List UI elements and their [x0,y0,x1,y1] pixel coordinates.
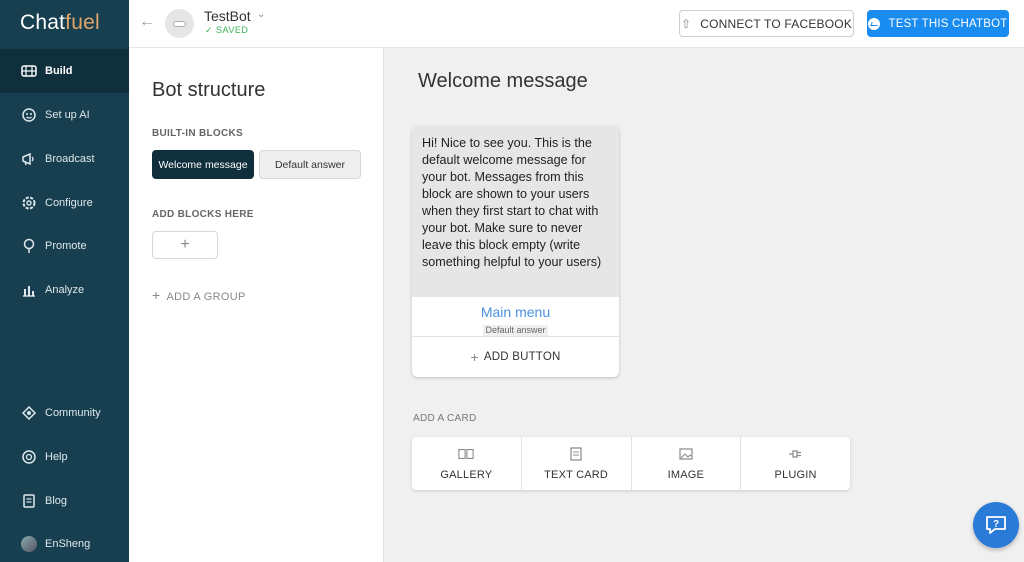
sidebar-item-label: Build [45,65,73,77]
add-card-label: ADD A CARD [413,413,477,424]
block-welcome-message[interactable]: Welcome message [152,150,254,179]
user-avatar [20,536,37,553]
sidebar-item-configure[interactable]: Configure [0,181,129,225]
add-group-button[interactable]: + ADD A GROUP [152,287,246,303]
sidebar: Chatfuel Build Set up AI Broadcast Confi… [0,0,129,562]
card-type-label: TEXT CARD [544,468,609,481]
sidebar-item-setup-ai[interactable]: Set up AI [0,93,129,137]
image-icon [678,447,694,461]
plus-icon: + [180,236,190,253]
builtin-blocks-label: BUILT-IN BLOCKS [152,128,243,139]
test-label: TEST THIS CHATBOT [888,17,1008,30]
connect-to-facebook-button[interactable]: ⇧ CONNECT TO FACEBOOK [679,10,854,37]
bot-avatar[interactable] [165,9,194,38]
sidebar-item-broadcast[interactable]: Broadcast [0,137,129,181]
card-type-gallery[interactable]: GALLERY [412,437,522,490]
bot-name[interactable]: TestBot [204,8,251,24]
card-button-main-menu[interactable]: Main menu Default answer [412,297,619,337]
sidebar-item-help[interactable]: Help [0,435,129,479]
sidebar-item-label: Broadcast [45,153,95,165]
sidebar-item-label: Configure [45,197,93,209]
sidebar-item-label: Community [45,407,101,419]
card-type-label: GALLERY [440,468,493,481]
blog-icon [20,493,37,510]
text-card-icon [568,446,584,461]
help-chat-button[interactable]: ? [973,502,1019,548]
structure-title: Bot structure [152,79,266,101]
add-group-label: ADD A GROUP [166,291,246,303]
sidebar-item-label: Analyze [45,284,85,296]
gallery-icon [458,447,475,461]
card-type-label: PLUGIN [774,468,817,481]
plus-icon: + [470,348,479,365]
test-chatbot-button[interactable]: TEST THIS CHATBOT [867,10,1009,37]
saved-status: ✓ SAVED [205,25,249,35]
messenger-icon [868,17,881,30]
card-button-title: Main menu [480,304,551,320]
card-type-plugin[interactable]: PLUGIN [741,437,850,490]
plugin-icon [788,447,804,461]
logo-text-fuel: fuel [65,11,100,34]
sidebar-item-blog[interactable]: Blog [0,479,129,523]
add-blocks-label: ADD BLOCKS HERE [152,209,254,220]
sidebar-item-community[interactable]: Community [0,391,129,435]
help-chat-icon: ? [986,516,1006,534]
back-arrow-icon[interactable]: ← [138,13,156,31]
plus-icon: + [152,287,161,303]
community-icon [20,405,37,422]
user-name: EnSheng [45,538,91,550]
top-bar: ← TestBot ⌄ ✓ SAVED ⇧ CONNECT TO FACEBOO… [129,0,1024,48]
sidebar-item-analyze[interactable]: Analyze [0,268,129,312]
connect-label: CONNECT TO FACEBOOK [700,16,853,31]
broadcast-icon [20,151,37,168]
sidebar-item-label: Set up AI [45,109,90,121]
card-button-target: Default answer [483,325,548,336]
build-icon [20,63,37,80]
add-block-button[interactable]: + [152,231,218,259]
rocket-icon: ⇧ [680,16,692,31]
bot-face-icon [173,20,186,27]
card-type-image[interactable]: IMAGE [632,437,742,490]
sidebar-item-label: Help [45,451,68,463]
add-button-label: ADD BUTTON [483,350,561,363]
sidebar-item-user[interactable]: EnSheng [0,522,129,562]
card-message-text[interactable]: Hi! Nice to see you. This is the default… [412,126,619,297]
sidebar-item-label: Promote [45,240,87,252]
card-type-label: IMAGE [667,468,705,481]
help-icon [20,449,37,466]
chatfuel-logo[interactable]: Chatfuel [20,11,100,35]
sidebar-item-label: Blog [45,495,68,507]
text-card: Hi! Nice to see you. This is the default… [412,126,619,377]
bot-structure-panel: Bot structure BUILT-IN BLOCKS Welcome me… [129,48,384,562]
chart-icon [20,282,37,299]
ai-icon [20,107,37,124]
promote-icon [20,238,37,255]
sidebar-item-promote[interactable]: Promote [0,224,129,268]
sidebar-item-build[interactable]: Build [0,49,129,93]
chevron-down-icon[interactable]: ⌄ [257,9,265,20]
card-type-picker: GALLERY TEXT CARD IMAGE PLUGIN [412,437,850,490]
block-title: Welcome message [418,70,588,92]
block-default-answer[interactable]: Default answer [259,150,361,179]
logo-text-chat: Chat [20,11,66,34]
svg-text:?: ? [993,519,999,530]
add-button[interactable]: + ADD BUTTON [412,337,619,376]
gear-icon [20,195,37,212]
card-type-text-card[interactable]: TEXT CARD [522,437,632,490]
